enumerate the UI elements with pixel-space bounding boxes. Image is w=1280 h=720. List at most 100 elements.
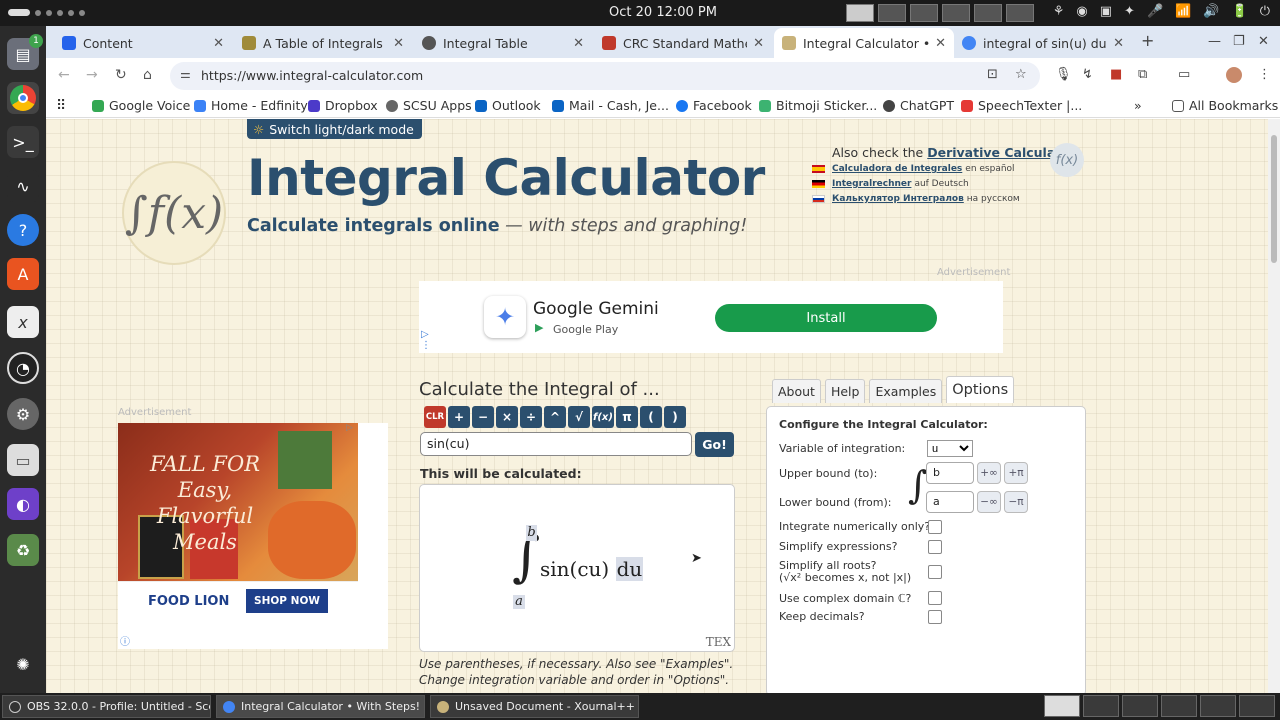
minus-pi-button[interactable]: −π: [1004, 491, 1028, 513]
reload-icon[interactable]: ↻: [115, 67, 127, 83]
maximize-icon[interactable]: ❐: [1233, 34, 1245, 49]
profile-avatar[interactable]: [1226, 67, 1242, 83]
tex-label[interactable]: TEX: [706, 635, 731, 649]
upper-bound-preview[interactable]: b: [526, 525, 537, 541]
plus-pi-button[interactable]: +π: [1004, 462, 1028, 484]
key-divide[interactable]: ÷: [520, 406, 542, 428]
files-icon[interactable]: ▤ 1: [7, 34, 43, 70]
software-icon[interactable]: A: [7, 258, 39, 290]
close-tab-icon[interactable]: ✕: [573, 36, 584, 51]
bookmark-item[interactable]: Facebook: [676, 98, 752, 113]
close-tab-icon[interactable]: ✕: [1113, 36, 1124, 51]
text-editor-icon[interactable]: ▭: [7, 444, 39, 476]
plus-infinity-button[interactable]: +∞: [977, 462, 1001, 484]
install-button[interactable]: Install: [715, 304, 937, 332]
close-window-icon[interactable]: ✕: [1258, 34, 1269, 49]
tab-options[interactable]: Options: [946, 376, 1015, 403]
shop-now-button[interactable]: SHOP NOW: [246, 589, 328, 613]
trash-icon[interactable]: ♻: [7, 534, 39, 566]
install-app-icon[interactable]: ⊡: [987, 67, 998, 82]
decimals-checkbox[interactable]: [928, 610, 942, 624]
address-bar[interactable]: ⚌ https://www.integral-calculator.com ⊡ …: [170, 62, 1040, 90]
taskbar-item[interactable]: Integral Calculator • With Steps! - G...: [216, 695, 425, 718]
browser-tab[interactable]: Content ✕: [54, 28, 232, 58]
taskbar-item[interactable]: Unsaved Document - Xournal++: [430, 695, 639, 718]
browser-tab[interactable]: CRC Standard Mathem ✕: [594, 28, 772, 58]
close-tab-icon[interactable]: ✕: [935, 36, 946, 51]
system-tray[interactable]: ⚘ ◉ ▣ ✦ 🎤 📶 🔊 🔋 ⏻: [1053, 4, 1270, 19]
bookmark-item[interactable]: Dropbox: [308, 98, 378, 113]
site-logo[interactable]: ∫f(x): [122, 161, 226, 265]
browser-tab-active[interactable]: Integral Calculator • W ✕: [774, 28, 954, 58]
more-bookmarks-icon[interactable]: »: [1134, 98, 1142, 113]
close-tab-icon[interactable]: ✕: [213, 36, 224, 51]
key-close-paren[interactable]: ): [664, 406, 686, 428]
workspace-preview[interactable]: [1161, 695, 1197, 717]
workspace-preview[interactable]: [1083, 695, 1119, 717]
tray-icon[interactable]: ✦: [1124, 4, 1135, 19]
bookmark-item[interactable]: Bitmoji Sticker...: [759, 98, 877, 113]
bookmark-star-icon[interactable]: ☆: [1015, 67, 1027, 82]
simplify-checkbox[interactable]: [928, 540, 942, 554]
url-text[interactable]: https://www.integral-calculator.com: [201, 68, 423, 83]
side-panel-icon[interactable]: ▭: [1178, 67, 1190, 82]
page-scrollbar[interactable]: [1268, 119, 1280, 693]
info-icon[interactable]: ⓘ: [120, 633, 130, 648]
tray-icon[interactable]: ⚘: [1053, 4, 1065, 19]
minimize-icon[interactable]: —: [1208, 34, 1221, 49]
back-icon[interactable]: ←: [58, 67, 70, 83]
monitor-icon[interactable]: ∿: [7, 170, 39, 202]
examples-link[interactable]: Examples: [666, 657, 724, 671]
workspace-preview[interactable]: [1122, 695, 1158, 717]
go-button[interactable]: Go!: [695, 432, 734, 457]
volume-icon[interactable]: 🔊: [1203, 4, 1219, 19]
lower-bound-input[interactable]: a: [926, 491, 974, 513]
workspace-preview[interactable]: [1239, 695, 1275, 717]
tab-examples[interactable]: Examples: [869, 379, 943, 403]
menu-icon[interactable]: ⋮: [1258, 67, 1271, 82]
workspace-preview[interactable]: [1044, 695, 1080, 717]
extensions-puzzle-icon[interactable]: ⧉: [1138, 67, 1147, 82]
key-function[interactable]: f(x): [592, 406, 614, 428]
numeric-checkbox[interactable]: [928, 520, 942, 534]
home-icon[interactable]: ⌂: [143, 67, 152, 83]
settings-icon[interactable]: ⚙: [7, 398, 39, 430]
lower-bound-preview[interactable]: a: [513, 595, 525, 609]
browser-tab[interactable]: A Table of Integrals - C ✕: [234, 28, 412, 58]
bookmark-item[interactable]: Google Voice: [92, 98, 190, 113]
key-power[interactable]: ^: [544, 406, 566, 428]
close-tab-icon[interactable]: ✕: [753, 36, 764, 51]
key-clear[interactable]: CLR: [424, 406, 446, 428]
power-icon[interactable]: ⏻: [1260, 4, 1270, 19]
bookmark-item[interactable]: Home - Edfinity: [194, 98, 308, 113]
xournal-icon[interactable]: x: [7, 306, 39, 338]
voice-search-icon[interactable]: 🎙: [1055, 67, 1072, 82]
tray-icon[interactable]: ▣: [1100, 4, 1112, 19]
variable-select[interactable]: u: [927, 440, 973, 457]
close-tab-icon[interactable]: ✕: [393, 36, 404, 51]
extension-icon[interactable]: ↯: [1082, 67, 1093, 82]
key-times[interactable]: ×: [496, 406, 518, 428]
browser-tab[interactable]: integral of sin(u) du - G ✕: [954, 28, 1132, 58]
language-link[interactable]: Calculadora de Integrales en español: [812, 164, 1015, 174]
battery-icon[interactable]: 🔋: [1232, 4, 1248, 19]
workspace-switcher[interactable]: [846, 4, 1034, 22]
roots-checkbox[interactable]: [928, 565, 942, 579]
complex-checkbox[interactable]: [928, 591, 942, 605]
bookmark-item[interactable]: ChatGPT: [883, 98, 954, 113]
key-sqrt[interactable]: √: [568, 406, 590, 428]
forward-icon[interactable]: →: [86, 67, 98, 83]
ad-choices-icon[interactable]: ▷: [346, 423, 353, 433]
language-name[interactable]: Calculadora de Integrales: [832, 164, 962, 174]
gemini-ad[interactable]: ✦ Google Gemini ▶ Google Play Install ▷ ⋮: [419, 281, 1003, 353]
github-icon[interactable]: ◐: [7, 488, 39, 520]
terminal-icon[interactable]: >_: [7, 126, 39, 158]
options-link[interactable]: Options: [673, 673, 719, 687]
new-tab-icon[interactable]: +: [1141, 31, 1154, 50]
language-name[interactable]: Integralrechner: [832, 179, 911, 189]
expression-input[interactable]: sin(cu): [420, 432, 692, 456]
wifi-icon[interactable]: 📶: [1175, 4, 1191, 19]
taskbar-item[interactable]: OBS 32.0.0 - Profile: Untitled - Scen...: [2, 695, 211, 718]
key-minus[interactable]: −: [472, 406, 494, 428]
tray-icon[interactable]: ◉: [1076, 4, 1087, 19]
